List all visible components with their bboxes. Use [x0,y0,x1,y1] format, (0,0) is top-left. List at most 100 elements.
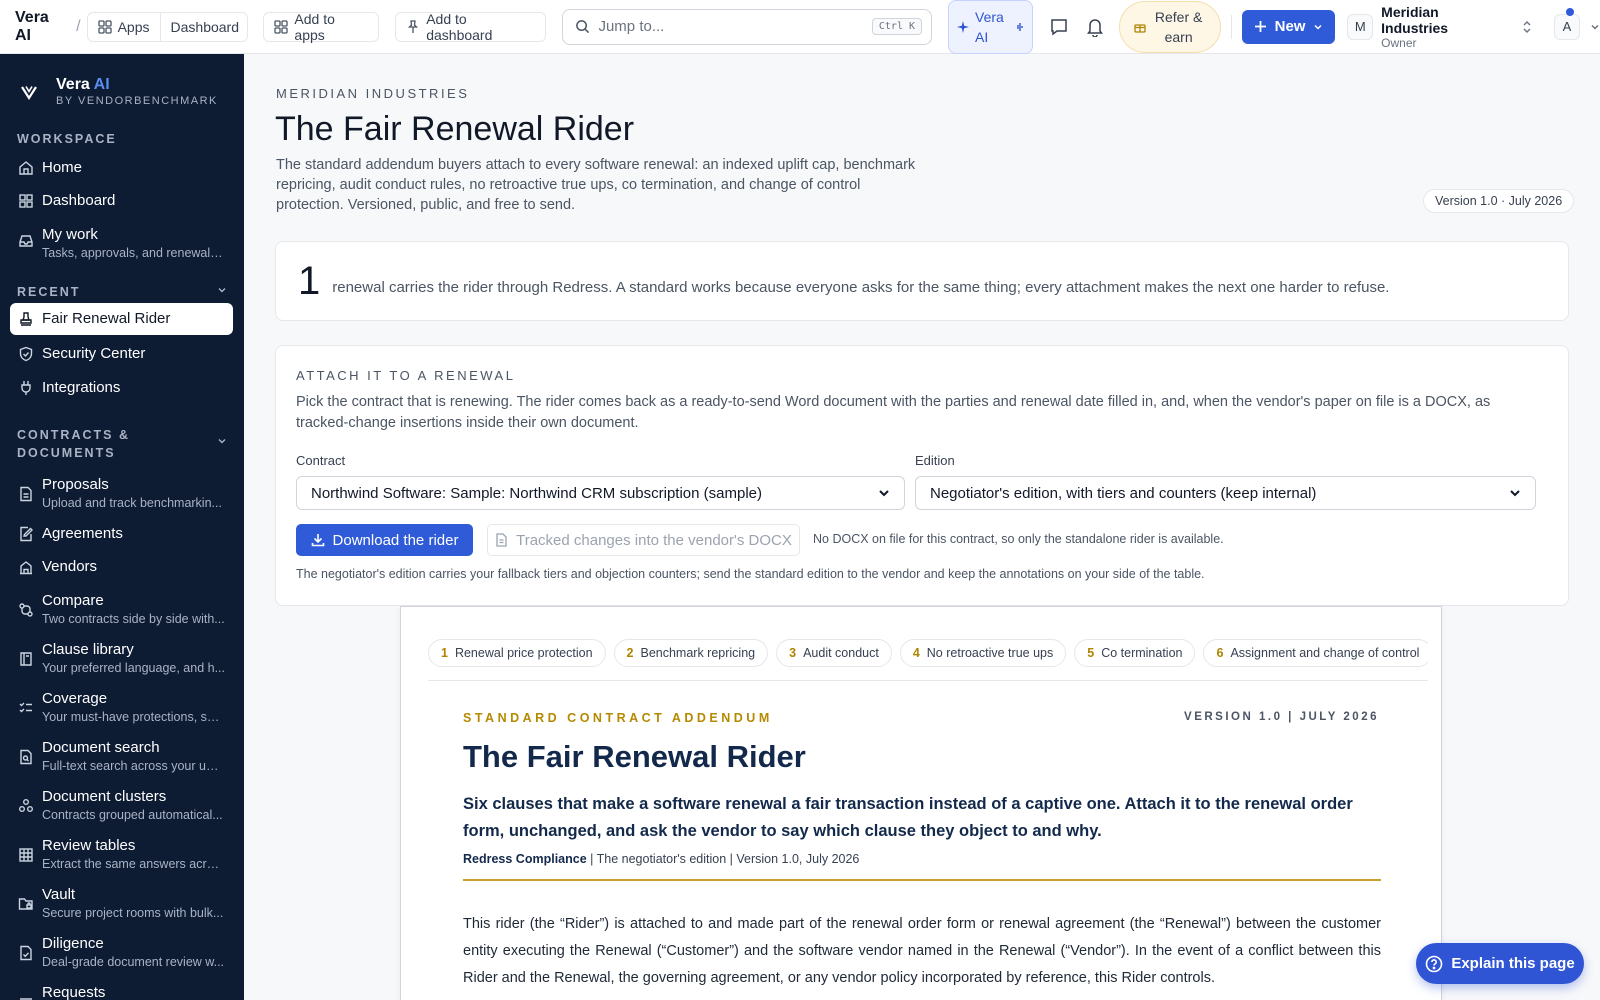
book-icon [18,651,34,667]
tracked-changes-button[interactable]: Tracked changes into the vendor's DOCX [487,524,800,556]
user-menu[interactable]: A [1553,13,1600,40]
chevron-down-icon [1509,487,1521,499]
section-workspace: WORKSPACE [17,130,227,148]
adoption-count: 1 [298,258,321,303]
topbar-divider [1230,14,1232,39]
sidebar-item-compare[interactable]: Compare Two contracts side by side with..… [10,591,233,627]
clause-label: Assignment and change of control [1230,646,1420,660]
attach-rider-card: ATTACH IT TO A RENEWAL Pick the contract… [275,345,1569,606]
apps-grid-icon [97,19,112,34]
document-title: The Fair Renewal Rider [463,739,806,774]
inbox-icon [18,233,34,249]
apps-button[interactable]: Apps [88,13,160,41]
bell-icon [1086,17,1104,37]
section-recent[interactable]: RECENT [17,283,227,301]
chevron-down-icon [217,285,227,295]
sidebar-item-diligence[interactable]: Diligence Deal-grade document review w... [10,934,233,970]
sidebar-item-dashboard[interactable]: Dashboard [10,191,233,211]
sidebar-item-label: Diligence [42,935,104,952]
sidebar-item-home[interactable]: Home [10,158,233,178]
refer-and-earn-label: Refer & earn [1154,8,1203,45]
clause-chip-3[interactable]: 3 Audit conduct [776,639,892,667]
clause-chip-5[interactable]: 5 Co termination [1074,639,1196,667]
notifications-button[interactable] [1077,9,1113,45]
contract-select[interactable]: Northwind Software: Sample: Northwind CR… [296,476,905,510]
apps-label: Apps [117,18,150,35]
messages-button[interactable] [1041,9,1077,45]
file-icon [18,486,34,502]
sidebar-item-label: Dashboard [42,192,116,209]
section-label-line-1: CONTRACTS & [17,428,130,442]
dashboard-button[interactable]: Dashboard [159,12,248,41]
new-button[interactable]: New [1241,9,1336,44]
sidebar-item-security-center[interactable]: Security Center [10,344,233,364]
gift-icon [1133,21,1146,33]
explain-this-page-button[interactable]: Explain this page [1416,943,1584,984]
apps-grid-icon [274,19,289,34]
jump-to-search[interactable]: Jump to... Ctrl K [562,8,933,45]
compare-icon [18,602,34,618]
sidebar-item-agreements[interactable]: Agreements [10,524,233,544]
clause-label: No retroactive true ups [926,646,1054,660]
sidebar-item-description: Your must-have protections, sw... [42,710,225,724]
sidebar-item-label: Document clusters [42,788,167,805]
chat-bubble-icon [1049,17,1069,37]
sidebar-item-proposals[interactable]: Proposals Upload and track benchmarkin... [10,475,233,511]
cluster-icon [18,798,34,814]
sidebar-item-integrations[interactable]: Integrations [10,378,233,398]
sidebar-brand-subtitle: BY VENDORBENCHMARK [56,95,218,107]
sidebar-brand-ai: AI [93,76,110,93]
checklist-icon [18,700,34,716]
sidebar-item-coverage[interactable]: Coverage Your must-have protections, sw..… [10,689,233,725]
clause-chip-1[interactable]: 1 Renewal price protection [428,639,606,667]
sidebar-item-document-search[interactable]: Document search Full-text search across y… [10,738,233,774]
sparkle-icon [957,20,970,33]
sidebar-item-review-tables[interactable]: Review tables Extract the same answers ac… [10,836,233,872]
sidebar-item-label: Security Center [42,345,146,362]
document-version: VERSION 1.0 | JULY 2026 [1184,711,1379,723]
notification-dot [1566,8,1574,16]
user-avatar: A [1553,13,1580,40]
clause-number: 3 [789,646,797,660]
sidebar-item-label: My work [42,226,98,243]
app-brand[interactable]: Vera AI [15,9,68,45]
sidebar-item-description: Two contracts side by side with... [42,612,225,626]
plus-icon [1254,20,1267,33]
clause-number: 4 [912,646,920,660]
section-contracts-documents[interactable]: CONTRACTS & DOCUMENTS [17,426,227,462]
clause-chip-4[interactable]: 4 No retroactive true ups [899,639,1067,667]
refer-and-earn-button[interactable]: Refer & earn [1118,0,1221,53]
file-icon [495,533,508,547]
search-placeholder: Jump to... [598,18,665,35]
sidebar-item-vault[interactable]: Vault Secure project rooms with bulk... [10,885,233,921]
section-label: WORKSPACE [17,132,117,146]
shield-icon [18,346,34,362]
sidebar-item-vendors[interactable]: Vendors [10,557,233,577]
edition-select[interactable]: Negotiator's edition, with tiers and cou… [915,476,1536,510]
add-to-dashboard-button[interactable]: Add to dashboard [395,11,547,43]
vera-ai-button[interactable]: Vera AI [948,0,1034,54]
clause-number: 1 [441,646,448,660]
document-divider [463,879,1381,881]
breadcrumb-separator: / [76,17,81,35]
clause-number: 2 [626,646,634,660]
sidebar-item-clause-library[interactable]: Clause library Your preferred language, a… [10,640,233,676]
sidebar-item-requests[interactable]: Requests [10,983,233,1000]
sidebar-item-fair-renewal-rider[interactable]: Fair Renewal Rider [10,303,233,335]
attach-description: Pick the contract that is renewing. The … [296,394,1491,431]
sidebar-brand[interactable]: Vera AI BY VENDORBENCHMARK [20,76,218,108]
list-icon [18,991,34,1000]
organization-switcher[interactable]: M Meridian Industries Owner [1347,4,1532,50]
sidebar-item-description: Contracts grouped automatical... [42,808,223,822]
add-to-apps-button[interactable]: Add to apps [263,11,380,43]
sidebar-item-label: Home [42,159,83,176]
sidebar-item-document-clusters[interactable]: Document clusters Contracts grouped autom… [10,787,233,823]
sidebar-item-label: Compare [42,592,104,609]
clause-chip-2[interactable]: 2 Benchmark repricing [613,639,769,667]
attach-title: ATTACH IT TO A RENEWAL [296,368,516,383]
rider-document-preview: 1 Renewal price protection 2 Benchmark rep… [400,606,1442,1000]
chevron-down-icon [878,487,890,499]
sidebar-item-my-work[interactable]: My work Tasks, approvals, and renewals ..… [10,225,233,261]
clause-chip-6[interactable]: 6 Assignment and change of control [1203,639,1428,667]
download-rider-button[interactable]: Download the rider [296,524,473,556]
